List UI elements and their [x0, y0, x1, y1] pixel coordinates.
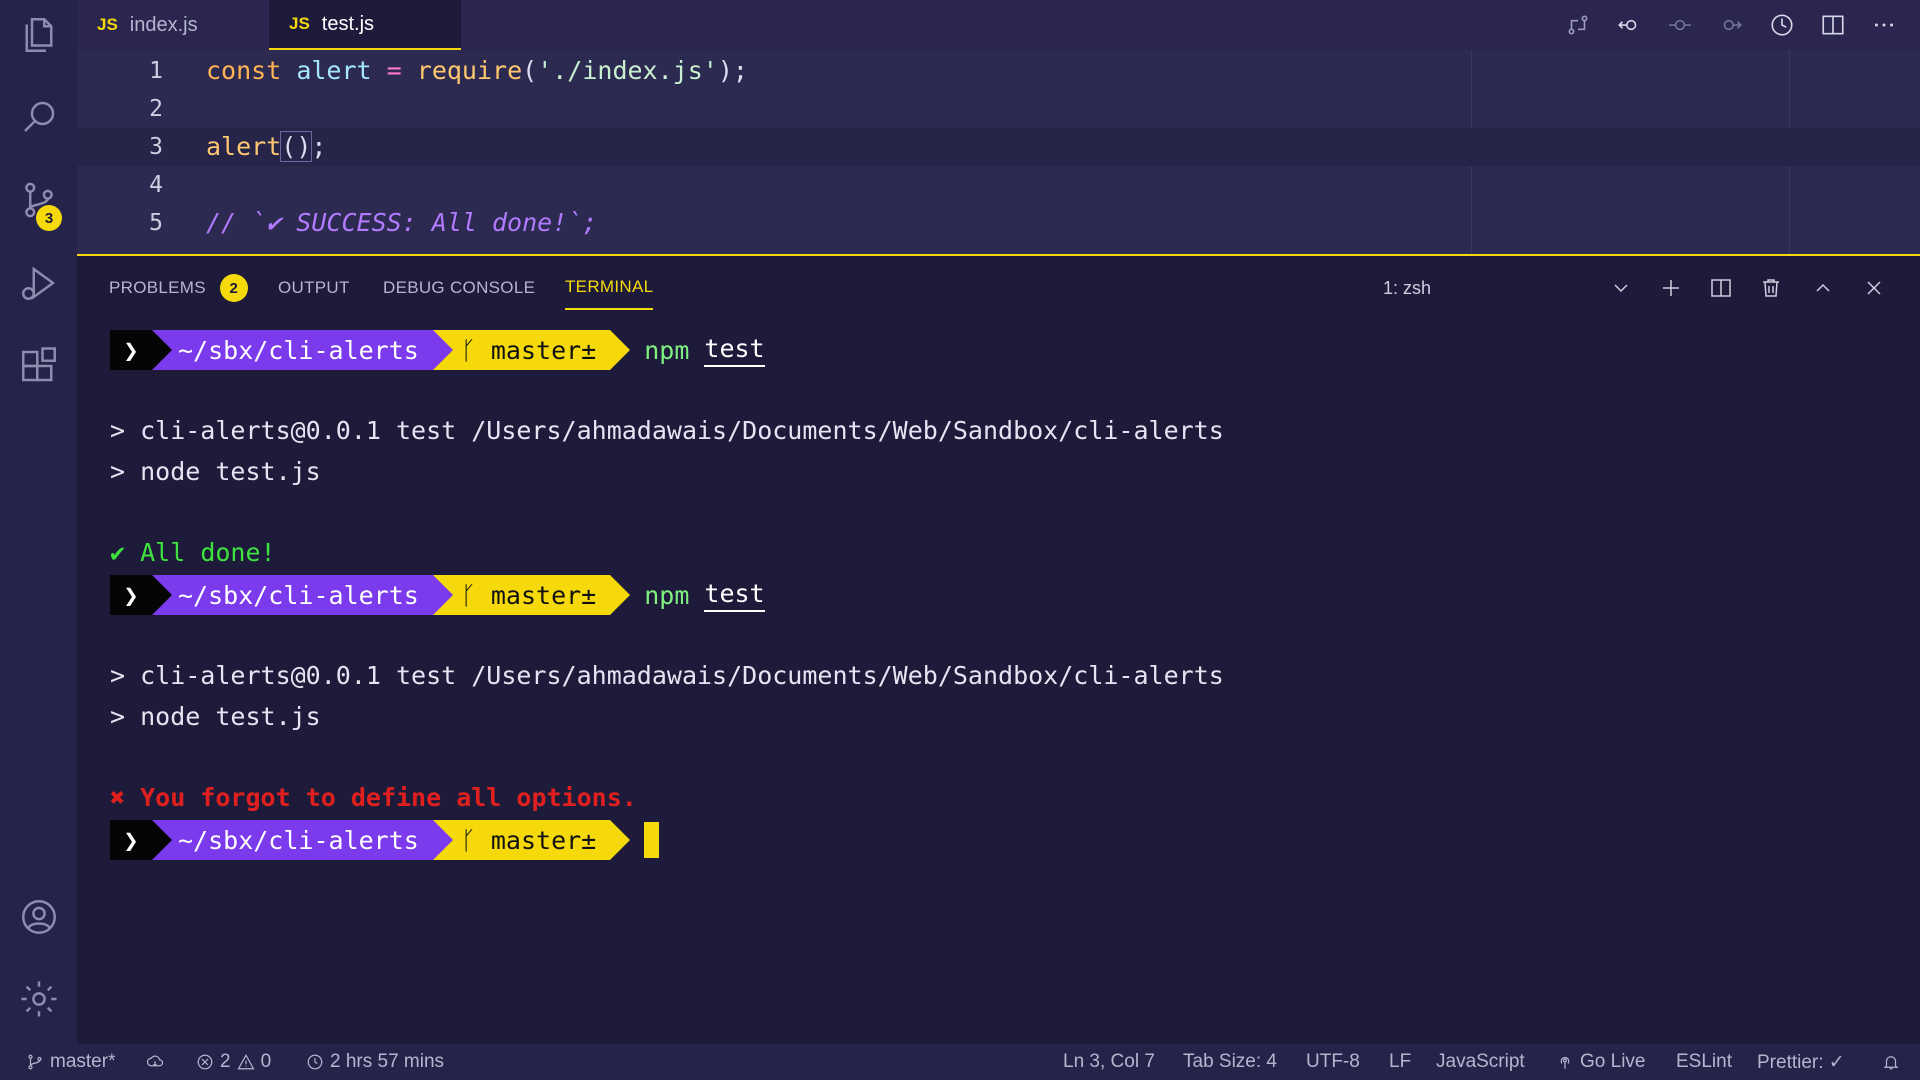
javascript-file-icon: JS — [97, 15, 118, 34]
line-number: 4 — [149, 172, 163, 198]
status-encoding[interactable]: UTF-8 — [1306, 1044, 1360, 1080]
code-line[interactable]: 5 // `✔ SUCCESS: All done!`; — [77, 204, 1920, 242]
status-eol[interactable]: LF — [1389, 1044, 1411, 1080]
code-comment: // `✔ SUCCESS: All done!`; — [206, 208, 598, 237]
code-line[interactable]: 4 — [77, 166, 1920, 204]
maximize-panel-icon[interactable] — [1801, 266, 1845, 310]
prompt-path: ~/sbx/cli-alerts — [152, 330, 453, 370]
status-wakatime[interactable]: 2 hrs 57 mins — [306, 1044, 444, 1080]
chevron-down-icon[interactable] — [1599, 266, 1643, 310]
prompt-branch: ᚴ master± — [432, 820, 631, 860]
code-editor[interactable]: 1 const alert = require('./index.js'); 2… — [77, 50, 1920, 254]
tab-label: test.js — [321, 12, 375, 35]
account-icon[interactable] — [0, 882, 77, 952]
terminal-line: > node test.js — [110, 457, 321, 486]
source-control-badge: 3 — [36, 205, 62, 231]
terminal-line: > cli-alerts@0.0.1 test /Users/ahmadawai… — [110, 661, 1224, 690]
line-number: 1 — [149, 58, 163, 84]
status-tab-size[interactable]: Tab Size: 4 — [1183, 1044, 1277, 1080]
source-control-icon[interactable]: 3 — [0, 165, 77, 235]
check-icon: ✔ — [110, 538, 126, 567]
command: npm — [644, 335, 690, 365]
line-number: 2 — [149, 96, 163, 122]
prompt-arrow: ❯ — [110, 330, 172, 370]
split-editor-icon[interactable] — [1808, 0, 1858, 50]
split-terminal-icon[interactable] — [1699, 266, 1743, 310]
shell-prompt: ❯ ~/sbx/cli-alerts ᚴ master± npm test — [110, 330, 765, 370]
command-arg: test — [704, 333, 765, 367]
timeline-icon[interactable] — [1757, 0, 1807, 50]
terminal-line: > cli-alerts@0.0.1 test /Users/ahmadawai… — [110, 416, 1224, 445]
warning-icon — [237, 1054, 255, 1070]
tab-label: index.js — [129, 13, 198, 36]
terminal-selector[interactable]: 1: zsh — [1383, 266, 1431, 310]
prompt-path: ~/sbx/cli-alerts — [152, 575, 453, 615]
go-forward-icon[interactable] — [1706, 0, 1756, 50]
success-line: ✔ All done! — [110, 538, 276, 567]
panel-tab-problems[interactable]: PROBLEMS 2 — [109, 266, 248, 310]
panel-tab-terminal[interactable]: TERMINAL — [565, 266, 654, 310]
status-bar: master* 2 0 2 hrs 57 mins Ln 3, Col 7 Ta… — [0, 1044, 1920, 1080]
status-language[interactable]: JavaScript — [1436, 1044, 1525, 1080]
bottom-panel: PROBLEMS 2 OUTPUT DEBUG CONSOLE TERMINAL… — [77, 254, 1920, 1044]
javascript-file-icon: JS — [289, 14, 310, 33]
code-line[interactable]: 2 — [77, 90, 1920, 128]
prompt-arrow: ❯ — [110, 820, 172, 860]
terminal-cursor[interactable] — [644, 822, 660, 858]
tab-test-js[interactable]: JS test.js — [269, 0, 461, 50]
shell-prompt: ❯ ~/sbx/cli-alerts ᚴ master± npm test — [110, 575, 765, 615]
command: npm — [644, 580, 690, 610]
prompt-path: ~/sbx/cli-alerts — [152, 820, 453, 860]
sync-icon[interactable] — [146, 1044, 170, 1080]
run-debug-icon[interactable] — [0, 248, 77, 318]
notifications-bell-icon[interactable] — [1882, 1044, 1906, 1080]
status-prettier[interactable]: Prettier: ✓ — [1757, 1044, 1845, 1080]
code-line-current[interactable]: 3 alert(); — [77, 128, 1920, 166]
line-number: 3 — [149, 134, 163, 160]
activity-bar: 3 — [0, 0, 77, 1044]
broadcast-icon — [1560, 1056, 1570, 1069]
prompt-branch: ᚴ master± — [432, 575, 631, 615]
code-text: alert(); — [206, 131, 327, 162]
trash-icon[interactable] — [1749, 266, 1793, 310]
tab-index-js[interactable]: JS index.js — [77, 0, 267, 50]
panel-tab-debug-console[interactable]: DEBUG CONSOLE — [383, 266, 535, 310]
panel-tab-output[interactable]: OUTPUT — [278, 266, 350, 310]
more-actions-icon[interactable] — [1859, 0, 1909, 50]
status-problems[interactable]: 2 0 — [196, 1044, 271, 1080]
status-branch[interactable]: master* — [26, 1044, 115, 1080]
status-go-live[interactable]: Go Live — [1556, 1044, 1645, 1080]
status-cursor-position[interactable]: Ln 3, Col 7 — [1063, 1044, 1155, 1080]
prompt-arrow: ❯ — [110, 575, 172, 615]
shell-prompt: ❯ ~/sbx/cli-alerts ᚴ master± — [110, 820, 660, 860]
error-icon — [197, 1054, 213, 1070]
prompt-branch: ᚴ master± — [432, 330, 631, 370]
clock-icon — [307, 1054, 323, 1070]
error-line: ✖ You forgot to define all options. — [110, 783, 637, 812]
code-line[interactable]: 1 const alert = require('./index.js'); — [77, 52, 1920, 90]
search-icon[interactable] — [0, 82, 77, 152]
command-arg: test — [704, 578, 765, 612]
extensions-icon[interactable] — [0, 331, 77, 401]
line-number: 5 — [149, 210, 163, 236]
problems-count-badge: 2 — [219, 274, 248, 302]
status-eslint[interactable]: ESLint — [1676, 1044, 1732, 1080]
close-panel-icon[interactable] — [1852, 266, 1896, 310]
explorer-icon[interactable] — [0, 0, 77, 70]
editor-tab-bar: JS index.js JS test.js — [77, 0, 1920, 50]
new-terminal-plus-icon[interactable] — [1649, 266, 1693, 310]
commit-icon[interactable] — [1655, 0, 1705, 50]
open-changes-icon[interactable] — [1553, 0, 1603, 50]
cross-icon: ✖ — [110, 783, 126, 812]
code-text: const alert = require('./index.js'); — [206, 56, 748, 85]
git-branch-icon — [28, 1054, 42, 1070]
terminal-line: > node test.js — [110, 702, 321, 731]
settings-gear-icon[interactable] — [0, 964, 77, 1034]
go-back-icon[interactable] — [1604, 0, 1654, 50]
